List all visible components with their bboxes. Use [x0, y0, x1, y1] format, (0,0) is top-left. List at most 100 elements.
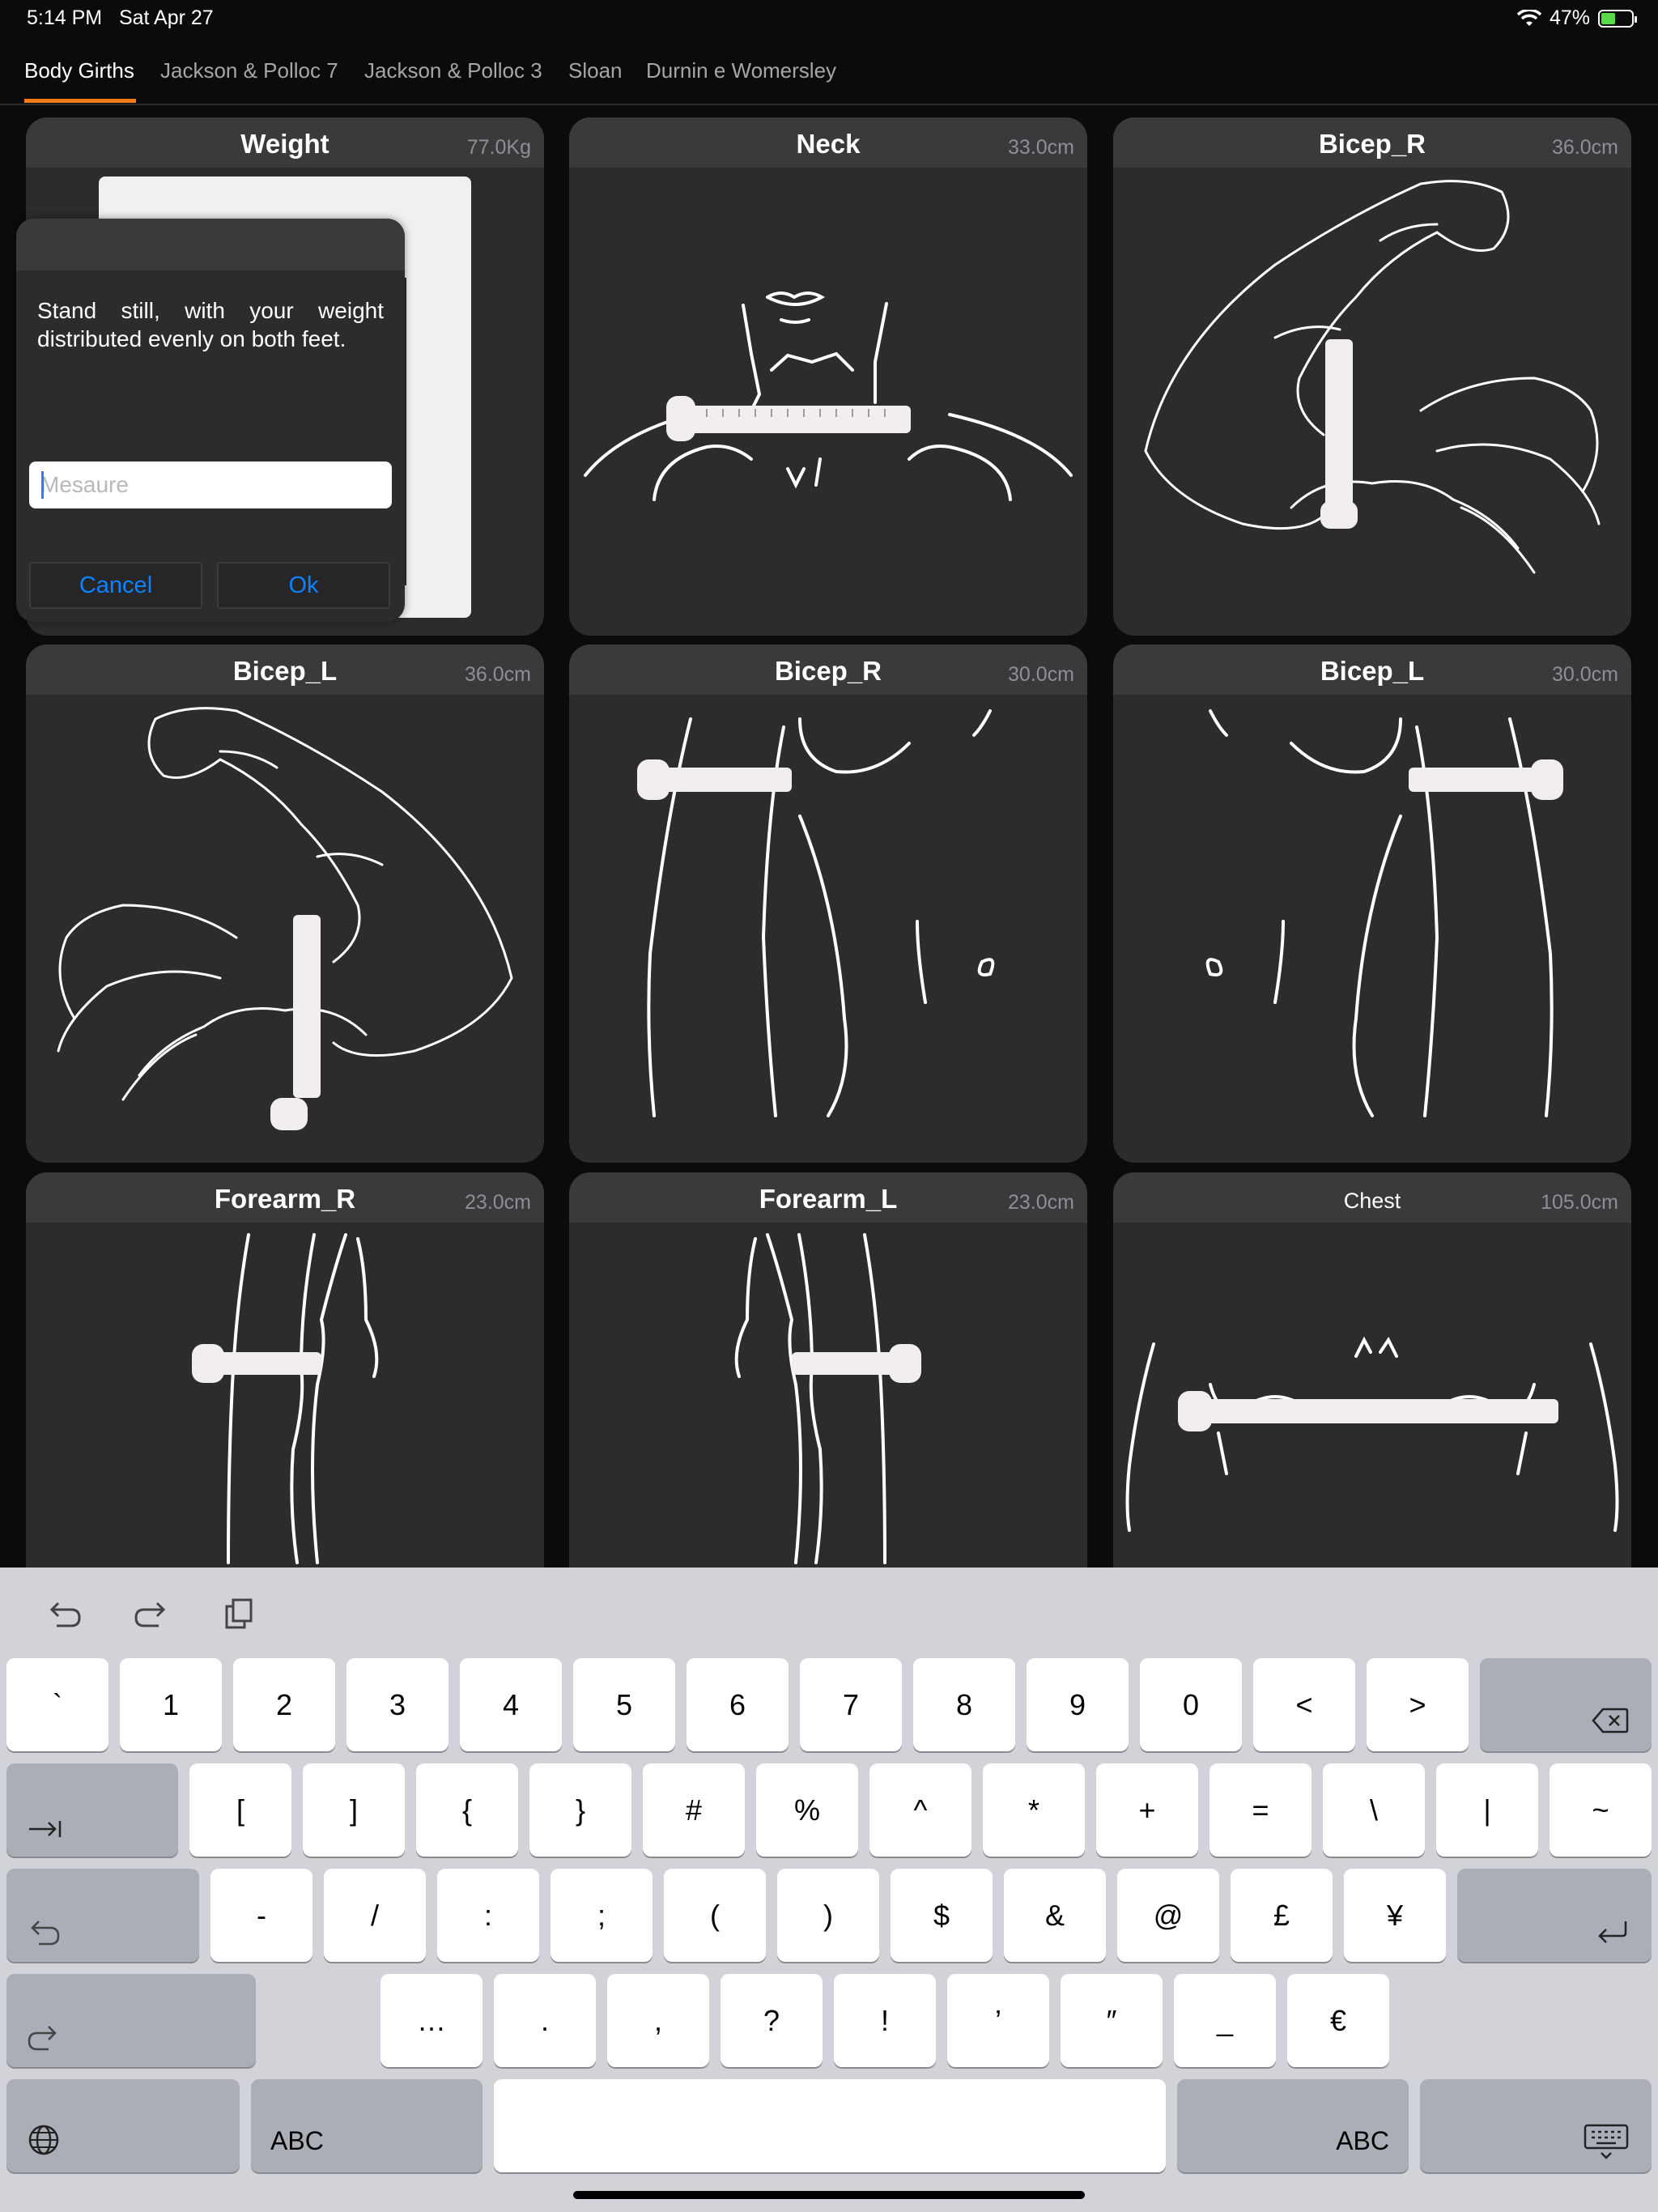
key-left-paren[interactable]: (: [664, 1869, 766, 1962]
key-pound[interactable]: £: [1231, 1869, 1333, 1962]
status-right: 47%: [1516, 6, 1637, 30]
key-greater-than[interactable]: >: [1367, 1658, 1469, 1751]
key-backtick[interactable]: `: [6, 1658, 108, 1751]
key-left-brace[interactable]: {: [416, 1763, 518, 1857]
key-yen[interactable]: ¥: [1344, 1869, 1446, 1962]
undo-icon: [31, 1921, 60, 1946]
card-bicep-r-relaxed[interactable]: Bicep_R 30.0cm: [569, 644, 1087, 1163]
key-underscore[interactable]: _: [1174, 1974, 1276, 2067]
key-less-than[interactable]: <: [1253, 1658, 1355, 1751]
key-at[interactable]: @: [1117, 1869, 1219, 1962]
key-7[interactable]: 7: [800, 1658, 902, 1751]
measure-dialog: Stand still, with your weight distribute…: [16, 219, 405, 622]
card-bicep-l-relaxed[interactable]: Bicep_L 30.0cm: [1113, 644, 1631, 1163]
key-apostrophe[interactable]: ’: [947, 1974, 1049, 2067]
key-colon[interactable]: :: [437, 1869, 539, 1962]
redo-key[interactable]: [6, 1974, 256, 2067]
home-indicator: [573, 2191, 1085, 2199]
key-right-bracket[interactable]: ]: [303, 1763, 405, 1857]
key-8[interactable]: 8: [913, 1658, 1015, 1751]
key-euro[interactable]: €: [1287, 1974, 1389, 2067]
key-right-brace[interactable]: }: [529, 1763, 631, 1857]
return-icon: [1598, 1921, 1627, 1943]
key-semicolon[interactable]: ;: [551, 1869, 653, 1962]
abc-key-left[interactable]: ABC: [251, 2079, 483, 2172]
card-value: 77.0Kg: [466, 136, 531, 159]
flexed-arm-illustration: [1144, 180, 1601, 574]
abc-key-right[interactable]: ABC: [1177, 2079, 1409, 2172]
cancel-button[interactable]: Cancel: [29, 562, 202, 609]
dialog-header: [16, 219, 405, 270]
key-equals[interactable]: =: [1209, 1763, 1312, 1857]
status-date: Sat Apr 27: [118, 6, 214, 29]
undo-key[interactable]: [6, 1869, 199, 1962]
card-bicep-l-flexed[interactable]: Bicep_L 36.0cm: [26, 644, 544, 1163]
status-time: 5:14 PM: [27, 6, 103, 29]
key-2[interactable]: 2: [233, 1658, 335, 1751]
card-value: 23.0cm: [465, 1191, 531, 1214]
redo-icon[interactable]: [130, 1593, 173, 1637]
key-4[interactable]: 4: [460, 1658, 562, 1751]
key-dollar[interactable]: $: [891, 1869, 993, 1962]
tab-sloan[interactable]: Sloan: [568, 58, 623, 83]
card-value: 105.0cm: [1541, 1191, 1618, 1214]
key-tilde[interactable]: ~: [1550, 1763, 1652, 1857]
key-percent[interactable]: %: [756, 1763, 858, 1857]
tab-bar: Body Girths Jackson & Polloc 7 Jackson &…: [0, 49, 1658, 105]
backspace-key[interactable]: [1480, 1658, 1652, 1751]
key-double-prime[interactable]: ″: [1061, 1974, 1163, 2067]
card-value: 36.0cm: [1552, 136, 1618, 159]
tab-body-girths[interactable]: Body Girths: [24, 58, 134, 83]
ok-button[interactable]: Ok: [217, 562, 390, 609]
card-value: 23.0cm: [1008, 1191, 1074, 1214]
key-question[interactable]: ?: [721, 1974, 823, 2067]
active-tab-indicator: [24, 99, 136, 103]
key-period[interactable]: .: [494, 1974, 596, 2067]
key-right-paren[interactable]: ): [777, 1869, 879, 1962]
keyboard-dismiss-icon: [1584, 2124, 1629, 2159]
key-1[interactable]: 1: [120, 1658, 222, 1751]
backspace-icon: [1592, 1708, 1629, 1733]
card-neck[interactable]: Neck 33.0cm: [569, 117, 1087, 636]
tab-key[interactable]: [6, 1763, 178, 1857]
key-0[interactable]: 0: [1140, 1658, 1242, 1751]
key-plus[interactable]: +: [1096, 1763, 1198, 1857]
key-left-bracket[interactable]: [: [189, 1763, 291, 1857]
key-9[interactable]: 9: [1027, 1658, 1129, 1751]
key-ellipsis[interactable]: …: [380, 1974, 483, 2067]
key-caret[interactable]: ^: [869, 1763, 971, 1857]
card-bicep-r-flexed[interactable]: Bicep_R 36.0cm: [1113, 117, 1631, 636]
key-exclamation[interactable]: !: [834, 1974, 936, 2067]
key-backslash[interactable]: \: [1323, 1763, 1425, 1857]
relaxed-arm-illustration: [1205, 709, 1563, 1117]
wifi-icon: [1516, 9, 1541, 26]
card-value: 36.0cm: [465, 663, 531, 686]
key-comma[interactable]: ,: [607, 1974, 709, 2067]
key-pipe[interactable]: |: [1436, 1763, 1538, 1857]
flexed-arm-illustration: [57, 707, 513, 1130]
globe-icon: [28, 2125, 59, 2155]
globe-key[interactable]: [6, 2079, 240, 2172]
tab-jackson-polloc-3[interactable]: Jackson & Polloc 3: [364, 58, 542, 83]
key-hyphen[interactable]: -: [210, 1869, 312, 1962]
key-asterisk[interactable]: *: [983, 1763, 1085, 1857]
status-time-date: 5:14 PM Sat Apr 27: [27, 6, 214, 30]
tab-icon: [29, 1821, 62, 1837]
measure-input[interactable]: [29, 462, 392, 508]
tab-durnin-womersley[interactable]: Durnin e Womersley: [646, 58, 836, 83]
card-value: 30.0cm: [1552, 663, 1618, 686]
paste-icon[interactable]: [217, 1593, 261, 1637]
key-6[interactable]: 6: [687, 1658, 789, 1751]
hide-keyboard-key[interactable]: [1420, 2079, 1652, 2172]
abc-label: ABC: [270, 2126, 324, 2155]
space-key[interactable]: [494, 2079, 1166, 2172]
battery-icon: [1598, 9, 1637, 28]
key-slash[interactable]: /: [324, 1869, 426, 1962]
key-5[interactable]: 5: [573, 1658, 675, 1751]
key-ampersand[interactable]: &: [1004, 1869, 1106, 1962]
return-key[interactable]: [1457, 1869, 1652, 1962]
key-hash[interactable]: #: [643, 1763, 745, 1857]
undo-icon[interactable]: [42, 1593, 86, 1637]
tab-jackson-polloc-7[interactable]: Jackson & Polloc 7: [160, 58, 338, 83]
key-3[interactable]: 3: [346, 1658, 449, 1751]
